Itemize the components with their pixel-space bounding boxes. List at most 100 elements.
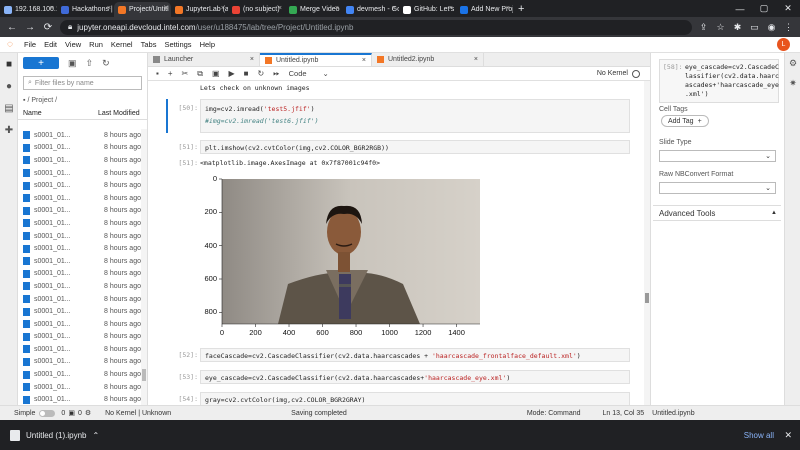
- code-editor[interactable]: img=cv2.imread('test5.jfif') #img=cv2.im…: [200, 99, 630, 133]
- browser-menu-icon[interactable]: ⋮: [783, 22, 794, 33]
- file-row[interactable]: s0001_01... 8 hours ago: [18, 242, 142, 255]
- file-row[interactable]: s0001_01... 8 hours ago: [18, 129, 142, 142]
- tab-close-icon[interactable]: ×: [506, 5, 510, 12]
- tab-close-icon[interactable]: ×: [164, 5, 168, 12]
- extensions-icon[interactable]: ✱: [732, 22, 743, 33]
- column-name[interactable]: Name: [23, 110, 98, 117]
- code-cell-52[interactable]: [52]: faceCascade=cv2.CascadeClassifier(…: [170, 348, 630, 362]
- file-row[interactable]: s0001_01... 8 hours ago: [18, 305, 142, 318]
- cut-icon[interactable]: ✂: [182, 69, 189, 78]
- menu-kernel[interactable]: Kernel: [107, 40, 137, 49]
- browser-tab[interactable]: 192.168.100.1 ×: [0, 2, 57, 17]
- share-icon[interactable]: ⇪: [698, 22, 709, 33]
- browser-tab[interactable]: Merge Video ×: [285, 2, 342, 17]
- browser-tab[interactable]: devmesh - Go ×: [342, 2, 399, 17]
- raw-nbconvert-select[interactable]: ⌄: [659, 182, 776, 194]
- simple-mode-toggle[interactable]: [39, 409, 56, 417]
- file-row[interactable]: s0001_01... 8 hours ago: [18, 268, 142, 281]
- window-close-icon[interactable]: ✕: [776, 3, 800, 14]
- kernel-status[interactable]: No Kernel | Unknown: [105, 410, 171, 417]
- tab-close-icon[interactable]: ×: [449, 5, 453, 12]
- user-avatar[interactable]: L: [777, 38, 790, 51]
- browser-tab[interactable]: Add New Proj ×: [456, 2, 513, 17]
- back-icon[interactable]: ←: [6, 22, 18, 33]
- close-tab-icon[interactable]: ×: [250, 56, 254, 63]
- download-item[interactable]: Untitled (1).ipynb: [26, 431, 86, 440]
- code-editor[interactable]: faceCascade=cv2.CascadeClassifier(cv2.da…: [200, 348, 630, 362]
- code-cell-50[interactable]: [50]: img=cv2.imread('test5.jfif') #img=…: [170, 99, 630, 133]
- tab-close-icon[interactable]: ×: [278, 5, 282, 12]
- scroll-thumb[interactable]: [142, 369, 146, 381]
- chevron-up-icon[interactable]: ⌃: [92, 431, 99, 440]
- close-tab-icon[interactable]: ×: [474, 56, 478, 63]
- scroll-thumb[interactable]: [645, 293, 649, 303]
- file-row[interactable]: s0001_01... 8 hours ago: [18, 393, 142, 405]
- new-launcher-button[interactable]: +: [23, 57, 59, 69]
- reload-icon[interactable]: ⟳: [42, 22, 54, 33]
- maximize-icon[interactable]: ▢: [752, 3, 776, 14]
- file-row[interactable]: s0001_01... 8 hours ago: [18, 142, 142, 155]
- property-inspector-icon[interactable]: ⚙: [785, 53, 800, 73]
- slide-type-select[interactable]: ⌄: [659, 150, 776, 162]
- menu-run[interactable]: Run: [85, 40, 107, 49]
- refresh-icon[interactable]: ↻: [102, 58, 110, 69]
- browser-tab[interactable]: Hackathons | ×: [57, 2, 114, 17]
- menu-settings[interactable]: Settings: [160, 40, 195, 49]
- forward-icon[interactable]: →: [24, 22, 36, 33]
- debugger-icon[interactable]: ✷: [785, 73, 800, 93]
- code-cell-53[interactable]: [53]: eye_cascade=cv2.CascadeClassifier(…: [170, 370, 630, 384]
- browser-tab[interactable]: JupyterLab (a ×: [171, 2, 228, 17]
- close-tab-icon[interactable]: ×: [362, 57, 366, 64]
- terminal-count[interactable]: 0: [61, 410, 65, 417]
- close-icon[interactable]: ✕: [784, 430, 792, 441]
- kernel-indicator[interactable]: No Kernel: [597, 69, 640, 78]
- restart-icon[interactable]: ↻: [258, 69, 265, 78]
- cell-type-select[interactable]: Code ⌄: [289, 69, 329, 78]
- code-cell-51[interactable]: [51]: plt.imshow(cv2.cvtColor(img,cv2.CO…: [170, 140, 630, 154]
- menu-file[interactable]: File: [20, 40, 40, 49]
- advanced-tools-toggle[interactable]: Advanced Tools ▲: [653, 205, 781, 221]
- column-last-modified[interactable]: Last Modified: [98, 110, 140, 117]
- file-row[interactable]: s0001_01... 8 hours ago: [18, 167, 142, 180]
- file-list-scrollbar[interactable]: [141, 129, 147, 405]
- menu-edit[interactable]: Edit: [40, 40, 61, 49]
- file-row[interactable]: s0001_01... 8 hours ago: [18, 280, 142, 293]
- bookmark-star-icon[interactable]: ☆: [715, 22, 726, 33]
- new-tab-icon[interactable]: +: [513, 2, 529, 17]
- document-tab[interactable]: Untitled2.ipynb ×: [372, 53, 484, 66]
- profile-icon[interactable]: ◉: [766, 22, 777, 33]
- add-tag-button[interactable]: Add Tag +: [661, 115, 709, 127]
- file-row[interactable]: s0001_01... 8 hours ago: [18, 154, 142, 167]
- file-row[interactable]: s0001_01... 8 hours ago: [18, 217, 142, 230]
- tab-close-icon[interactable]: ×: [335, 5, 339, 12]
- file-row[interactable]: s0001_01... 8 hours ago: [18, 230, 142, 243]
- running-icon[interactable]: ●: [0, 75, 18, 97]
- copy-icon[interactable]: ⧉: [197, 69, 203, 79]
- code-editor[interactable]: eye_cascade=cv2.CascadeClassifier(cv2.da…: [200, 370, 630, 384]
- file-row[interactable]: s0001_01... 8 hours ago: [18, 331, 142, 344]
- insert-cell-icon[interactable]: +: [168, 69, 173, 78]
- upload-icon[interactable]: ⇧: [86, 58, 94, 69]
- file-row[interactable]: s0001_01... 8 hours ago: [18, 368, 142, 381]
- kernel-count[interactable]: 0: [78, 410, 82, 417]
- browser-tab[interactable]: Project/Untitl ×: [114, 2, 171, 17]
- tab-close-icon[interactable]: ×: [392, 5, 396, 12]
- extension-icon[interactable]: ✚: [0, 119, 18, 141]
- file-row[interactable]: s0001_01... 8 hours ago: [18, 179, 142, 192]
- browser-tab[interactable]: (no subject) ×: [228, 2, 285, 17]
- new-folder-icon[interactable]: ▣: [68, 58, 77, 69]
- split-view-icon[interactable]: ▭: [749, 22, 760, 33]
- file-row[interactable]: s0001_01... 8 hours ago: [18, 255, 142, 268]
- run-icon[interactable]: ▶: [229, 69, 235, 78]
- url-input[interactable]: 🔒︎ jupyter.oneapi.devcloud.intel.com/use…: [60, 19, 692, 35]
- file-row[interactable]: s0001_01... 8 hours ago: [18, 318, 142, 331]
- file-row[interactable]: s0001_01... 8 hours ago: [18, 356, 142, 369]
- file-row[interactable]: s0001_01... 8 hours ago: [18, 293, 142, 306]
- menu-help[interactable]: Help: [196, 40, 219, 49]
- breadcrumb[interactable]: ▪ / Project /: [18, 93, 147, 108]
- fast-forward-icon[interactable]: ⏩︎: [273, 69, 279, 79]
- show-all-link[interactable]: Show all: [744, 431, 774, 440]
- tab-close-icon[interactable]: ×: [107, 5, 111, 12]
- save-icon[interactable]: ▪: [156, 69, 159, 78]
- menu-view[interactable]: View: [61, 40, 85, 49]
